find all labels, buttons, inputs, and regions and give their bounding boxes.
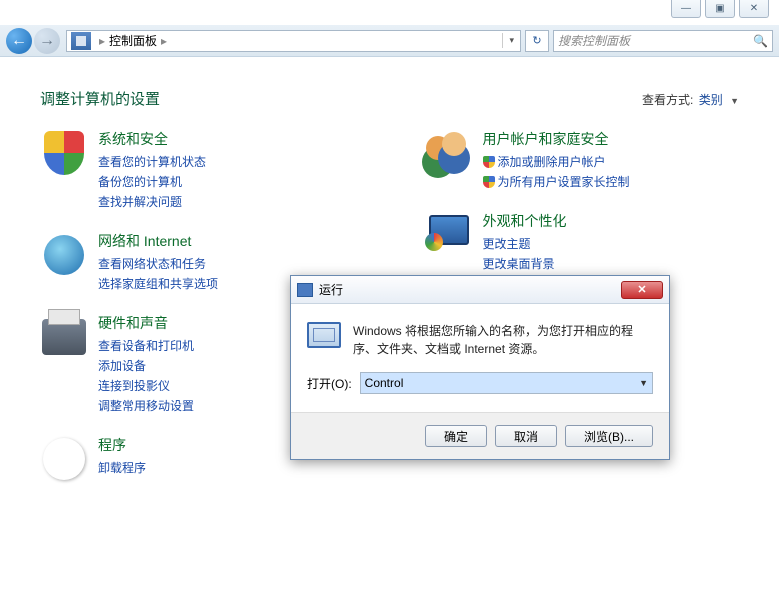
disc-icon [40,435,88,483]
cancel-button[interactable]: 取消 [495,425,557,447]
run-app-icon [307,322,341,352]
refresh-button[interactable]: ↻ [525,30,549,52]
control-panel-icon [71,32,91,50]
category-link[interactable]: 调整常用移动设置 [98,397,194,414]
chevron-down-icon: ▼ [730,96,739,106]
category-link[interactable]: 更改桌面背景 [483,255,567,272]
chevron-down-icon[interactable]: ▼ [639,378,648,388]
category-link[interactable]: 连接到投影仪 [98,377,194,394]
explorer-navbar: ← → ▸ 控制面板 ▸ ▾ ↻ 搜索控制面板 🔍 [0,25,779,57]
category-title[interactable]: 程序 [98,435,146,455]
category-title[interactable]: 外观和个性化 [483,211,567,231]
users-icon [425,129,473,177]
page-title: 调整计算机的设置 [40,88,160,109]
globe-icon [40,231,88,279]
category-link[interactable]: 更改主题 [483,235,567,252]
run-title-text: 运行 [319,281,343,298]
minimize-button[interactable]: — [671,0,701,18]
category-title[interactable]: 网络和 Internet [98,231,218,251]
category-link[interactable]: 查看您的计算机状态 [98,153,206,170]
monitor-icon [425,211,473,259]
address-bar[interactable]: ▸ 控制面板 ▸ ▾ [66,30,521,52]
ok-button[interactable]: 确定 [425,425,487,447]
run-open-label: 打开(O): [307,375,352,392]
maximize-button[interactable]: ▣ [705,0,735,18]
category-link[interactable]: 添加设备 [98,357,194,374]
run-dialog: 运行 ✕ Windows 将根据您所输入的名称，为您打开相应的程序、文件夹、文档… [290,275,670,460]
category-link[interactable]: 备份您的计算机 [98,173,206,190]
category-link[interactable]: 为所有用户设置家长控制 [483,173,630,190]
shield-icon [40,129,88,177]
printer-icon [40,313,88,361]
breadcrumb-sep-icon: ▸ [157,34,171,48]
close-button[interactable]: ✕ [739,0,769,18]
search-placeholder: 搜索控制面板 [558,32,630,49]
category-link[interactable]: 查找并解决问题 [98,193,206,210]
search-icon: 🔍 [753,34,768,48]
category-link[interactable]: 添加或删除用户帐户 [483,153,630,170]
nav-forward-button[interactable]: → [34,28,60,54]
browse-button[interactable]: 浏览(B)... [565,425,653,447]
run-description: Windows 将根据您所输入的名称，为您打开相应的程序、文件夹、文档或 Int… [353,322,653,358]
search-input[interactable]: 搜索控制面板 🔍 [553,30,773,52]
category-link[interactable]: 卸载程序 [98,459,146,476]
uac-shield-icon [483,176,495,188]
address-dropdown-icon[interactable]: ▾ [502,33,520,48]
category-link[interactable]: 选择家庭组和共享选项 [98,275,218,292]
category-system-security: 系统和安全 查看您的计算机状态 备份您的计算机 查找并解决问题 [40,129,355,213]
run-open-input[interactable]: Control ▼ [360,372,653,394]
view-by[interactable]: 查看方式: 类别 ▼ [642,91,739,108]
category-title[interactable]: 用户帐户和家庭安全 [483,129,630,149]
run-icon [297,283,313,297]
nav-back-button[interactable]: ← [6,28,32,54]
run-titlebar[interactable]: 运行 ✕ [291,276,669,304]
category-link[interactable]: 查看网络状态和任务 [98,255,218,272]
category-link[interactable]: 查看设备和打印机 [98,337,194,354]
category-title[interactable]: 硬件和声音 [98,313,194,333]
category-title[interactable]: 系统和安全 [98,129,206,149]
category-users: 用户帐户和家庭安全 添加或删除用户帐户 为所有用户设置家长控制 [425,129,740,193]
breadcrumb-sep-icon: ▸ [95,34,109,48]
run-close-button[interactable]: ✕ [621,281,663,299]
uac-shield-icon [483,156,495,168]
breadcrumb[interactable]: 控制面板 [109,32,157,49]
